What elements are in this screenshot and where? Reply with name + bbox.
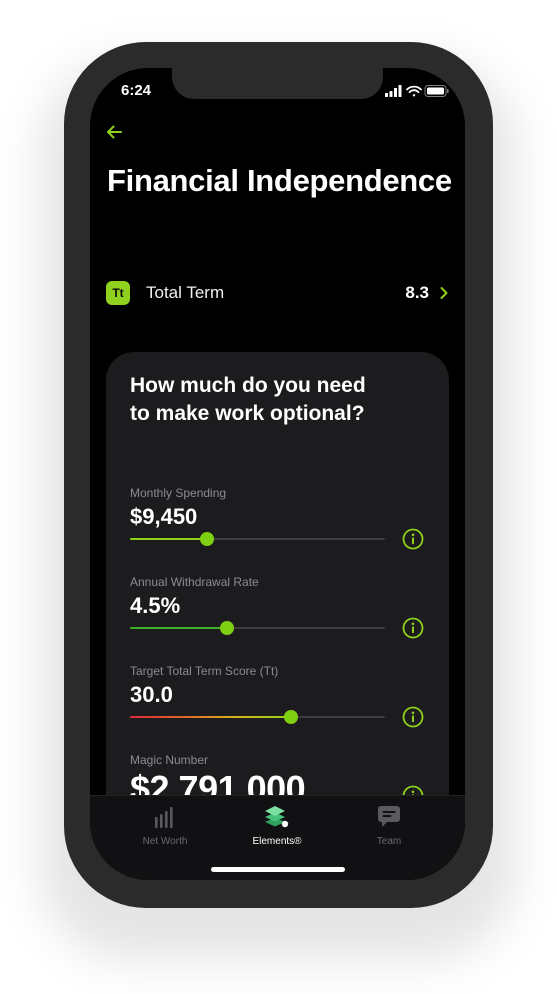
notch bbox=[172, 68, 383, 99]
target-term-score-slider[interactable] bbox=[130, 710, 385, 724]
phone-screen: 6:24 Financial Independence Tt Total Ter… bbox=[90, 68, 465, 880]
battery-icon bbox=[424, 85, 449, 97]
slider-knob[interactable] bbox=[219, 621, 234, 635]
info-icon[interactable] bbox=[402, 617, 424, 639]
total-term-row[interactable]: Tt Total Term 8.3 bbox=[106, 278, 449, 308]
card-title: How much do you need to make work option… bbox=[130, 374, 366, 425]
info-icon[interactable] bbox=[402, 706, 424, 728]
slider-knob[interactable] bbox=[283, 710, 298, 724]
layers-icon bbox=[265, 806, 289, 828]
slider-fill bbox=[130, 716, 291, 718]
tab-elements[interactable]: Elements® bbox=[222, 804, 332, 847]
total-term-label: Total Term bbox=[146, 283, 225, 302]
info-icon[interactable] bbox=[402, 528, 424, 550]
tab-bar: Net Worth Elements® Team bbox=[90, 795, 465, 880]
monthly-spending-field: Monthly Spending $9,450 bbox=[130, 486, 426, 550]
tab-net-worth[interactable]: Net Worth bbox=[110, 804, 220, 847]
tab-label: Net Worth bbox=[142, 836, 188, 847]
tt-badge: Tt bbox=[106, 281, 130, 305]
back-arrow-icon[interactable] bbox=[104, 122, 124, 142]
tab-label: Elements® bbox=[252, 836, 302, 847]
wifi-icon bbox=[406, 85, 422, 97]
total-term-value: 8.3 bbox=[405, 283, 429, 302]
home-indicator[interactable] bbox=[211, 867, 345, 872]
status-time: 6:24 bbox=[121, 82, 152, 99]
slider-knob[interactable] bbox=[199, 532, 214, 546]
slider-fill bbox=[130, 627, 227, 629]
page-title: Financial Independence bbox=[107, 163, 452, 198]
withdrawal-rate-field: Annual Withdrawal Rate 4.5% bbox=[130, 575, 426, 639]
magic-number-label: Magic Number bbox=[130, 753, 209, 767]
withdrawal-rate-slider[interactable] bbox=[130, 621, 385, 635]
signal-icon bbox=[385, 85, 402, 97]
status-icons bbox=[385, 84, 449, 102]
slider-fill bbox=[130, 538, 207, 540]
chat-bubble-icon bbox=[378, 806, 400, 827]
monthly-spending-value: $9,450 bbox=[130, 504, 198, 529]
target-term-score-value: 30.0 bbox=[130, 682, 173, 707]
target-term-score-field: Target Total Term Score (Tt) 30.0 bbox=[130, 664, 426, 728]
monthly-spending-label: Monthly Spending bbox=[130, 486, 227, 500]
target-term-score-label: Target Total Term Score (Tt) bbox=[130, 664, 279, 678]
withdrawal-rate-label: Annual Withdrawal Rate bbox=[130, 575, 259, 589]
withdrawal-rate-value: 4.5% bbox=[130, 593, 181, 618]
bar-chart-icon bbox=[155, 807, 173, 828]
monthly-spending-slider[interactable] bbox=[130, 532, 385, 546]
tab-label: Team bbox=[376, 836, 402, 847]
tab-team[interactable]: Team bbox=[334, 804, 444, 847]
chevron-right-icon bbox=[440, 287, 448, 299]
